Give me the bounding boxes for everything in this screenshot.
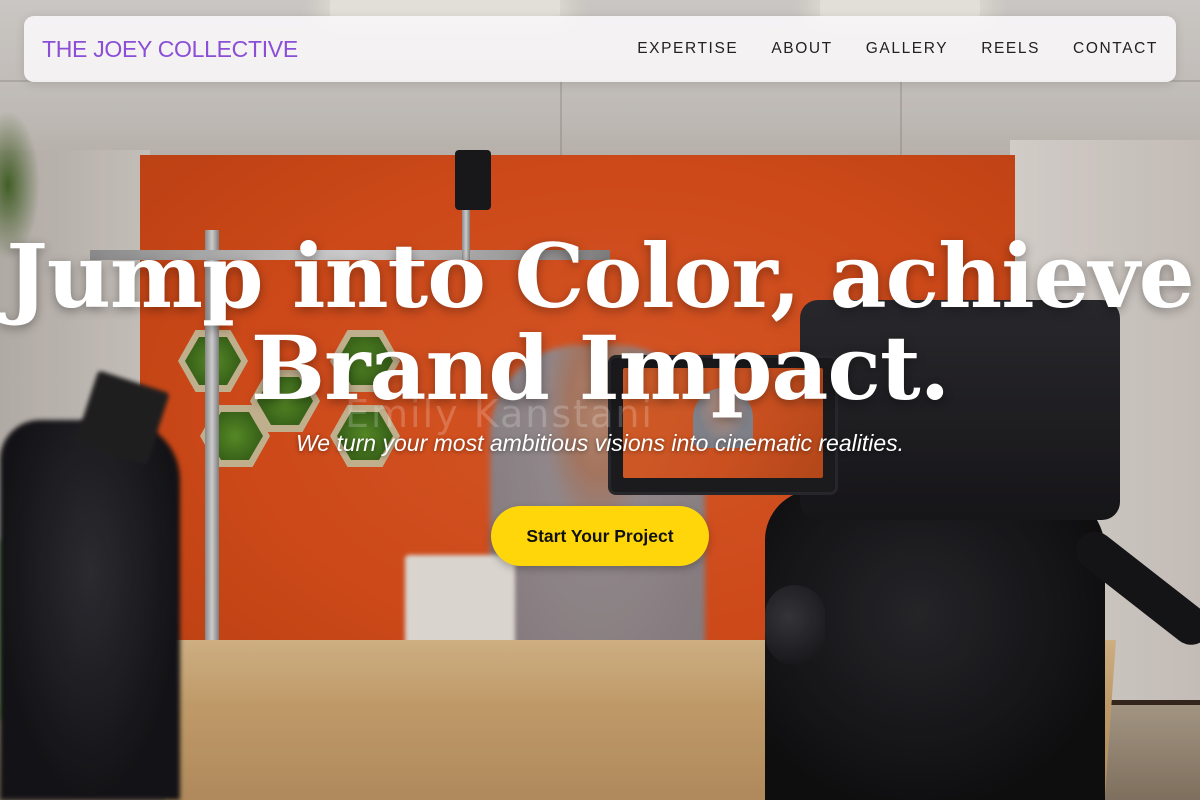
brand-logo-link[interactable]: THE JOEY COLLECTIVE bbox=[42, 36, 298, 63]
nav-link-about[interactable]: ABOUT bbox=[771, 40, 832, 58]
hero-headline-line-1: Jump into Color, achieve bbox=[6, 224, 1195, 328]
nav-link-reels[interactable]: REELS bbox=[981, 40, 1040, 58]
hero-headline-line-2: Brand Impact. bbox=[250, 316, 951, 420]
hero-headline: Jump into Color, achieve Brand Impact. bbox=[0, 230, 1200, 414]
start-project-button[interactable]: Start Your Project bbox=[491, 506, 709, 566]
nav-link-expertise[interactable]: EXPERTISE bbox=[637, 40, 738, 58]
hero-subheadline: We turn your most ambitious visions into… bbox=[295, 430, 905, 456]
hero-content: Jump into Color, achieve Brand Impact. W… bbox=[0, 230, 1200, 457]
top-navbar: THE JOEY COLLECTIVE EXPERTISE ABOUT GALL… bbox=[24, 16, 1176, 82]
nav-link-contact[interactable]: CONTACT bbox=[1073, 40, 1158, 58]
nav-link-gallery[interactable]: GALLERY bbox=[866, 40, 948, 58]
nav-menu: EXPERTISE ABOUT GALLERY REELS CONTACT bbox=[604, 40, 1158, 58]
